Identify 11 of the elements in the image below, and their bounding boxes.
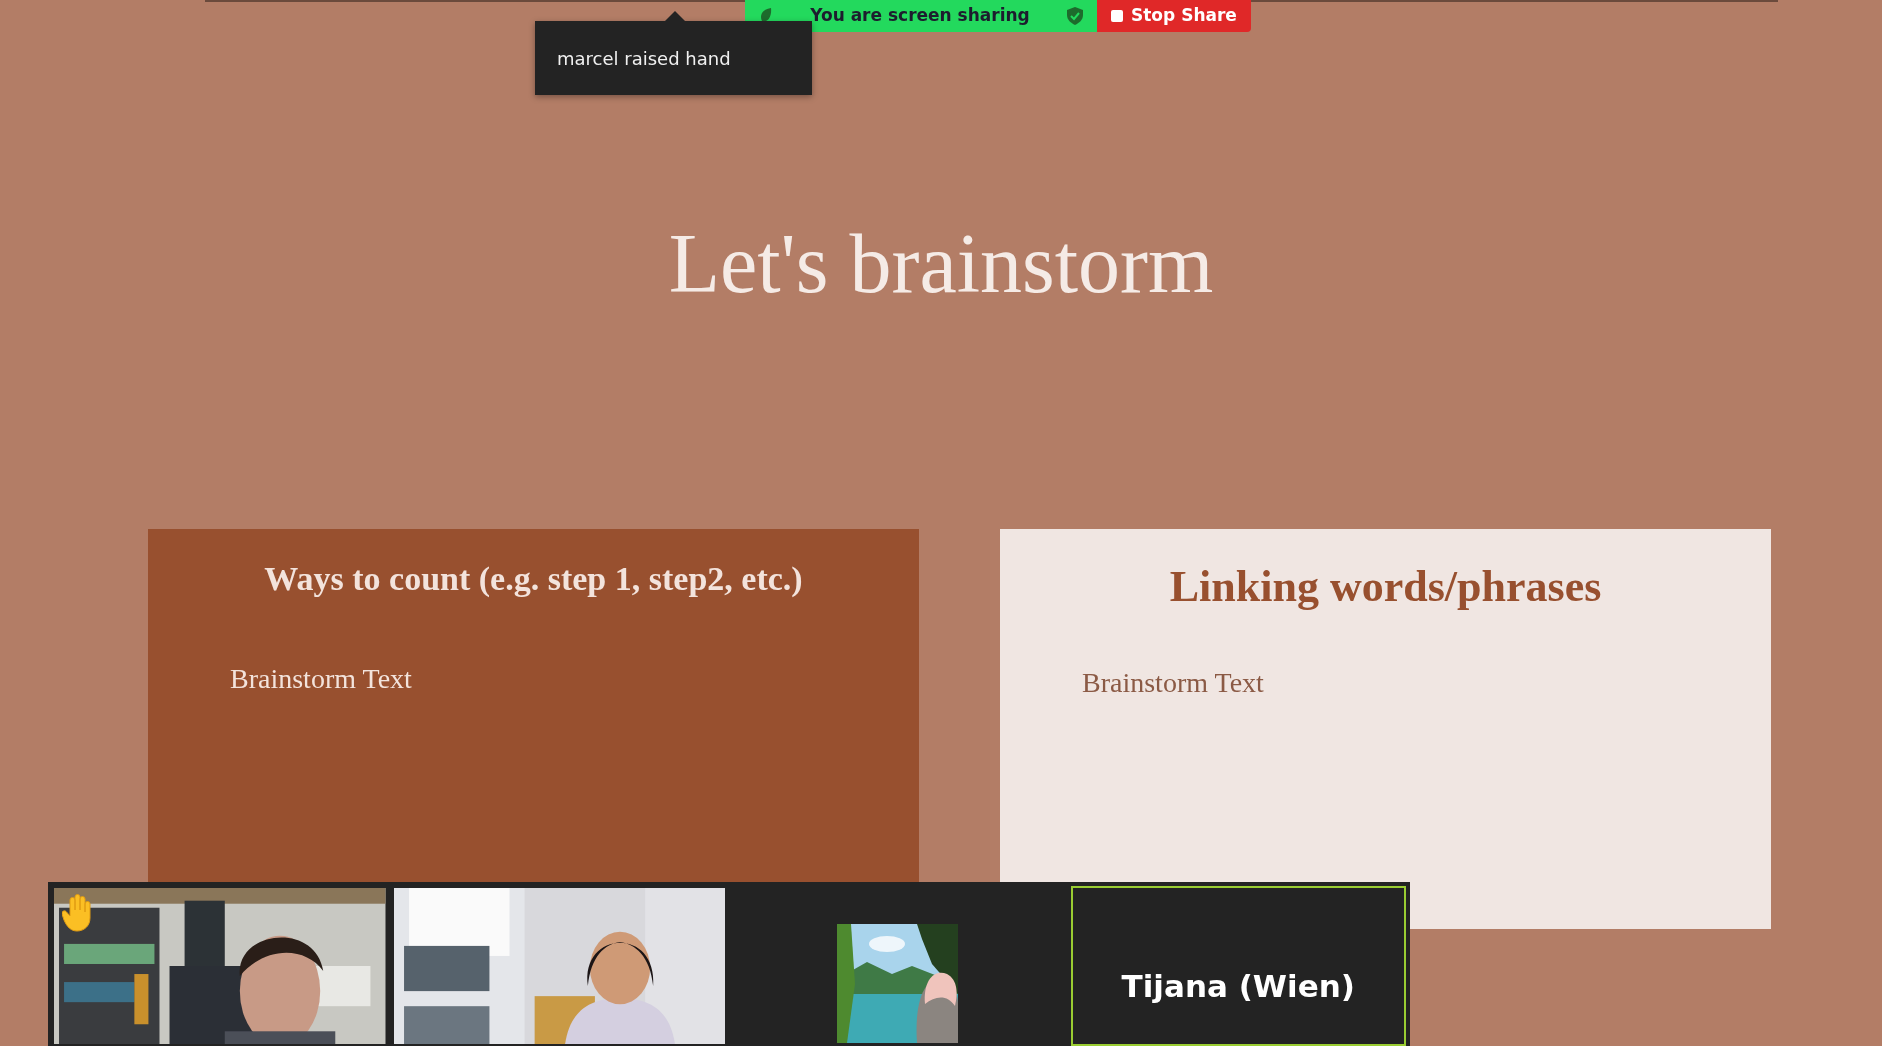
stop-icon [1111, 10, 1123, 22]
panel-text: Brainstorm Text [1082, 665, 1265, 700]
sharing-status-text: You are screen sharing [810, 4, 1030, 28]
slide-title: Let's brainstorm [668, 222, 1214, 306]
stop-share-button[interactable]: Stop Share [1097, 0, 1251, 32]
shield-check-icon [1067, 7, 1083, 25]
participant-name: Tijana (Wien) [1121, 966, 1355, 1006]
panel-heading: Ways to count (e.g. step 1, step2, etc.) [263, 559, 804, 599]
panel-heading: Linking words/phrases [1168, 561, 1603, 613]
panel-text: Brainstorm Text [230, 661, 413, 696]
notification-text: marcel raised hand [557, 46, 731, 71]
